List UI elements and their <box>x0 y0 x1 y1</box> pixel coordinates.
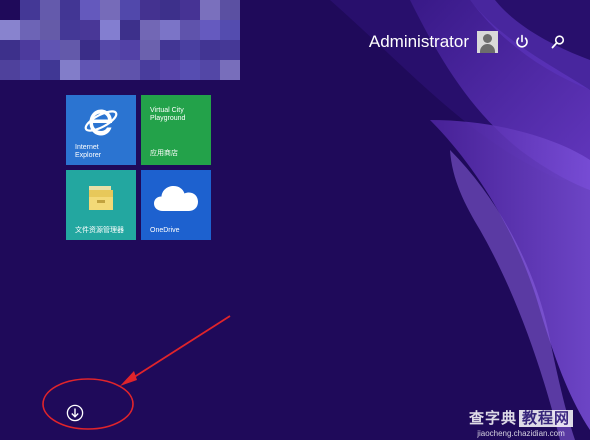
start-screen: Administrator Internet Explorer Virtual … <box>0 0 590 440</box>
watermark-text-a: 查字典 <box>468 410 517 427</box>
watermark: 查字典 教程网 jiaocheng.chazidian.com <box>458 407 584 438</box>
annotation-overlay <box>42 315 231 430</box>
watermark-url: jiaocheng.chazidian.com <box>477 429 565 438</box>
annotation-arrow-line <box>127 315 231 382</box>
annotation-circle <box>42 378 134 430</box>
watermark-text-b: 教程网 <box>519 410 574 427</box>
annotation-arrow-head <box>120 371 137 386</box>
